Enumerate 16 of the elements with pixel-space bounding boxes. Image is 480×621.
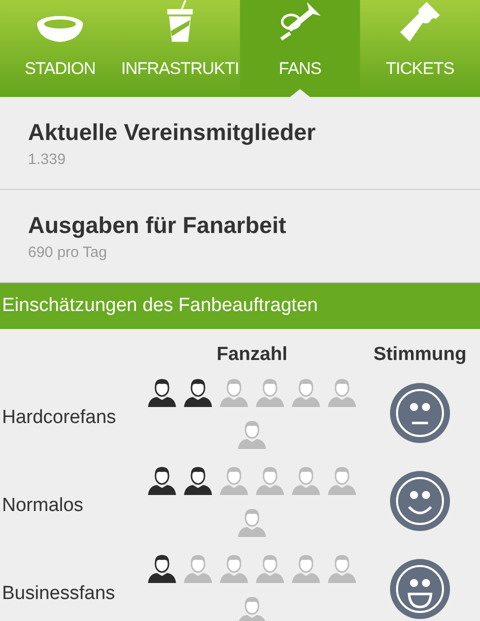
row-label: Businessfans — [1, 582, 116, 606]
tab[interactable]: STADION — [0, 0, 120, 97]
row-label: Hardcorefans — [1, 406, 118, 430]
tab[interactable]: FANS — [240, 0, 360, 97]
section-header: Einschätzungen des Fanbeauftragten — [0, 283, 480, 329]
tab[interactable]: TICKETS — [360, 0, 480, 97]
row-label: Normalos — [1, 494, 84, 518]
stat-value: 690 pro Tag — [28, 243, 108, 263]
column-header: Fanzahl — [216, 342, 288, 366]
stadium-icon — [35, 14, 85, 44]
selection-pointer — [290, 89, 310, 97]
tab[interactable]: INFRASTRUKTI — [120, 0, 240, 97]
stat-title: Ausgaben für Fanarbeit — [28, 211, 288, 240]
column-header: Stimmung — [372, 342, 468, 366]
stat-value: 1.339 — [28, 150, 67, 170]
stat-title: Aktuelle Vereinsmitglieder — [28, 118, 317, 147]
